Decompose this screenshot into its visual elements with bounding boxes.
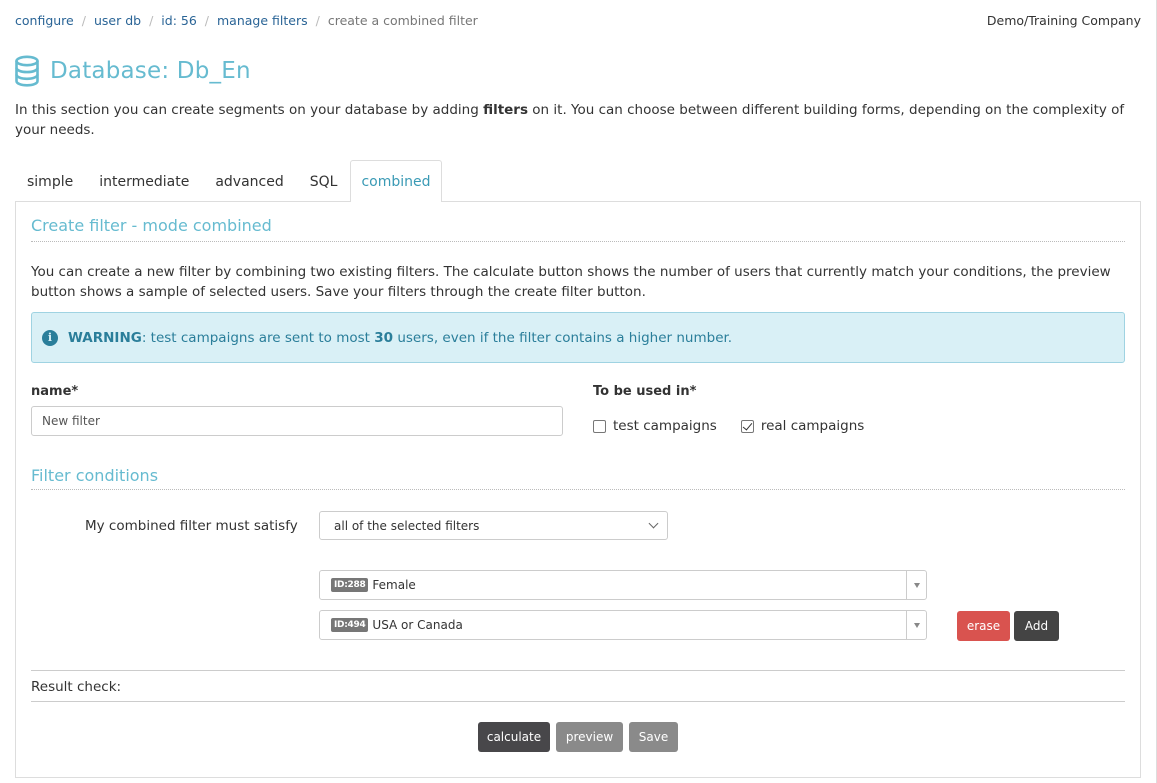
satisfy-select-value: all of the selected filters	[334, 518, 480, 533]
name-input[interactable]	[31, 406, 563, 436]
breadcrumb-separator: /	[81, 12, 86, 28]
breadcrumb-separator: /	[204, 12, 209, 28]
filter-select-2[interactable]: ID:494 USA or Canada	[319, 610, 927, 640]
caret-down-icon	[913, 582, 920, 588]
caret-down-icon	[913, 622, 920, 628]
intro-text-bold: filters	[483, 102, 528, 118]
breadcrumb-configure[interactable]: configure	[15, 13, 74, 28]
filter-id-badge: ID:494	[331, 618, 369, 632]
intro-text: In this section you can create segments …	[15, 100, 1125, 140]
warning-label: WARNING	[68, 329, 142, 346]
tab-advanced[interactable]: advanced	[202, 160, 296, 202]
tab-combined[interactable]: combined	[350, 160, 442, 202]
panel-title: Create filter - mode combined	[31, 216, 272, 235]
test-campaigns-checkbox[interactable]: test campaigns	[593, 418, 717, 434]
tab-intermediate[interactable]: intermediate	[86, 160, 202, 202]
breadcrumb-separator: /	[149, 12, 154, 28]
checkbox-label: test campaigns	[613, 418, 717, 434]
breadcrumb-user-db[interactable]: user db	[94, 13, 141, 28]
breadcrumb-separator: /	[315, 12, 320, 28]
add-button[interactable]: Add	[1014, 611, 1059, 641]
checkbox-label: real campaigns	[760, 418, 865, 434]
name-label: name*	[31, 384, 79, 399]
conditions-divider	[31, 489, 1125, 490]
warning-text-part: users, even if the filter contains a hig…	[393, 329, 733, 346]
filter-id-badge: ID:288	[331, 578, 369, 592]
dropdown-toggle[interactable]	[906, 611, 926, 639]
top-bar: configure / user db / id: 56 / manage fi…	[15, 10, 1141, 30]
filter-conditions-title: Filter conditions	[31, 466, 159, 485]
breadcrumb-current: create a combined filter	[327, 12, 478, 28]
tab-simple[interactable]: simple	[14, 160, 86, 202]
breadcrumb-id[interactable]: id: 56	[161, 13, 197, 28]
page-title: Database: Db_En	[50, 58, 251, 84]
checkbox-unchecked[interactable]	[593, 419, 606, 433]
warning-alert: i WARNING: test campaigns are sent to mo…	[31, 312, 1125, 363]
title-divider	[31, 241, 1125, 242]
page-header: Database: Db_En	[14, 55, 251, 87]
result-divider-bottom	[31, 701, 1125, 702]
dropdown-toggle[interactable]	[906, 571, 926, 599]
satisfy-label: My combined filter must satisfy	[85, 518, 298, 534]
filter-mode-tabs: simple intermediate advanced SQL combine…	[14, 160, 442, 202]
chevron-down-icon	[648, 518, 659, 529]
preview-button[interactable]: preview	[556, 722, 623, 752]
filter-name: Female	[372, 578, 416, 592]
intro-text-part: In this section you can create segments …	[15, 102, 484, 118]
tab-sql[interactable]: SQL	[297, 160, 351, 202]
company-name: Demo/Training Company	[986, 12, 1141, 28]
filter-name: USA or Canada	[372, 618, 463, 632]
warning-number: 30	[374, 329, 394, 346]
combined-filter-panel: Create filter - mode combined You can cr…	[15, 201, 1141, 778]
warning-text-part: : test campaigns are sent to most	[141, 329, 375, 346]
result-check-label: Result check:	[31, 679, 122, 695]
breadcrumb-manage-filters[interactable]: manage filters	[217, 13, 308, 28]
checkbox-checked[interactable]	[740, 419, 754, 433]
real-campaigns-checkbox[interactable]: real campaigns	[740, 418, 865, 434]
calculate-button[interactable]: calculate	[478, 722, 550, 752]
used-in-label: To be used in*	[593, 384, 697, 399]
result-divider-top	[31, 670, 1125, 671]
info-icon: i	[42, 329, 58, 346]
filter-select-1[interactable]: ID:288 Female	[319, 570, 927, 600]
breadcrumb: configure / user db / id: 56 / manage fi…	[15, 13, 478, 28]
database-icon	[15, 55, 39, 87]
warning-text: WARNING: test campaigns are sent to most…	[68, 330, 732, 346]
save-button[interactable]: Save	[629, 722, 678, 752]
erase-button[interactable]: erase	[957, 611, 1010, 641]
panel-description: You can create a new filter by combining…	[31, 264, 1111, 300]
used-in-checkboxes: test campaigns real campaigns	[593, 418, 888, 434]
satisfy-select[interactable]: all of the selected filters	[319, 511, 668, 540]
